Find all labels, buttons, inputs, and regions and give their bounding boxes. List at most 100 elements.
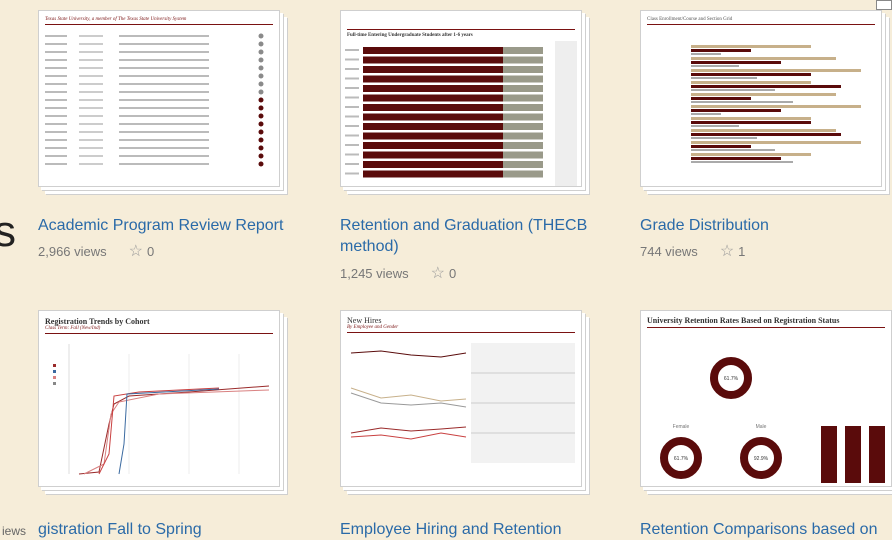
favorite-count: 0 xyxy=(147,243,155,259)
thumb-table xyxy=(45,33,264,167)
status-dot xyxy=(258,153,264,159)
edge-views-fragment: iews xyxy=(2,524,27,538)
status-dot xyxy=(258,97,264,103)
bar xyxy=(691,77,757,79)
bar xyxy=(503,94,543,102)
bar xyxy=(691,73,811,76)
card-title[interactable]: Academic Program Review Report xyxy=(38,215,288,236)
bar xyxy=(691,81,811,84)
status-dot xyxy=(258,57,264,63)
star-outline-icon[interactable]: ☆ xyxy=(129,241,143,261)
workbook-thumbnail[interactable]: Class Enrollment/Course and Section Grid xyxy=(640,10,882,187)
status-dot xyxy=(258,105,264,111)
bar xyxy=(363,56,503,64)
bar xyxy=(691,93,836,96)
donut-center-label: 61.7% xyxy=(724,376,739,382)
bar xyxy=(503,113,543,121)
thumb-subtitle: Class Term: Fall (New/Ind) xyxy=(45,326,101,331)
status-dot xyxy=(258,121,264,127)
donut-a-caption: Female xyxy=(673,424,690,430)
status-dot xyxy=(258,49,264,55)
bar xyxy=(691,117,811,120)
status-dot xyxy=(258,73,264,79)
bar xyxy=(691,97,751,100)
thumb-title: University Retention Rates Based on Regi… xyxy=(647,316,840,325)
thumb-title: New Hires xyxy=(347,316,382,325)
bar xyxy=(363,161,503,168)
bar xyxy=(363,85,503,92)
star-outline-icon[interactable]: ☆ xyxy=(720,241,734,261)
bar xyxy=(363,75,503,83)
card-title[interactable]: Grade Distribution xyxy=(640,215,890,236)
status-dot xyxy=(258,41,264,47)
favorite-count: 1 xyxy=(738,243,746,259)
thumb-title: Full-time Entering Undergraduate Student… xyxy=(347,33,473,38)
bar xyxy=(503,66,543,73)
bar xyxy=(691,153,811,156)
thumb-lines xyxy=(350,343,575,463)
bar xyxy=(363,104,503,111)
bar xyxy=(503,161,543,168)
bar xyxy=(503,56,543,64)
thumb-donuts: 61.7% 61.7% Female 92.9% Male xyxy=(660,357,885,483)
bar xyxy=(503,170,543,178)
workbook-thumbnail[interactable]: Texas State University, a member of The … xyxy=(38,10,280,187)
bar xyxy=(691,137,757,139)
bar xyxy=(691,89,775,91)
status-dot xyxy=(258,161,264,167)
view-count: 2,966 views xyxy=(38,243,107,259)
workbook-thumbnail[interactable]: Registration Trends by Cohort Class Term… xyxy=(38,310,280,487)
bar xyxy=(691,49,751,52)
card-title[interactable]: Retention and Graduation (THECB method) xyxy=(340,215,590,257)
workbook-thumbnail[interactable]: University Retention Rates Based on Regi… xyxy=(640,310,892,487)
bar xyxy=(691,133,841,136)
bar xyxy=(503,104,543,111)
donut-b-label: 92.9% xyxy=(754,456,769,462)
bar xyxy=(691,101,793,103)
bar xyxy=(503,132,543,140)
bar xyxy=(691,109,781,112)
bar xyxy=(503,151,543,159)
thumb-title: Registration Trends by Cohort xyxy=(45,317,150,326)
bar xyxy=(503,123,543,130)
status-dot xyxy=(258,129,264,135)
star-outline-icon[interactable]: ☆ xyxy=(431,263,445,283)
favorite-count: 0 xyxy=(449,265,457,281)
status-dot xyxy=(258,145,264,151)
status-dot xyxy=(258,33,264,39)
bar xyxy=(691,45,811,48)
bar xyxy=(691,161,793,163)
status-dot xyxy=(258,113,264,119)
bar xyxy=(503,75,543,83)
donut-b-caption: Male xyxy=(756,424,767,430)
bar xyxy=(691,57,836,60)
bar xyxy=(691,125,739,127)
bar xyxy=(363,132,503,140)
thumb-subtitle: By Employee and Gender xyxy=(347,325,399,330)
bar xyxy=(363,123,503,130)
bar xyxy=(691,157,781,160)
donut-a-label: 61.7% xyxy=(674,456,689,462)
status-dot xyxy=(258,137,264,143)
bar xyxy=(691,105,861,108)
thumb-bars xyxy=(345,41,577,186)
bar xyxy=(363,47,503,54)
workbook-thumbnail[interactable]: New Hires By Employee and Gender xyxy=(340,310,582,487)
bar xyxy=(363,113,503,121)
view-count: 744 views xyxy=(640,243,698,259)
bar xyxy=(691,129,836,132)
status-dot xyxy=(258,81,264,87)
view-count: 1,245 views xyxy=(340,265,409,281)
bar xyxy=(363,142,503,149)
bar xyxy=(691,65,739,67)
bar xyxy=(363,94,503,102)
thumb-title: Class Enrollment/Course and Section Grid xyxy=(647,17,733,22)
bar xyxy=(691,149,775,151)
bar xyxy=(691,85,841,88)
bar xyxy=(691,53,721,55)
status-dot xyxy=(258,65,264,71)
bar xyxy=(363,66,503,73)
workbook-thumbnail[interactable]: Full-time Entering Undergraduate Student… xyxy=(340,10,582,187)
thumb-title: Texas State University, a member of The … xyxy=(45,17,187,22)
window-corner-control[interactable] xyxy=(876,0,892,10)
